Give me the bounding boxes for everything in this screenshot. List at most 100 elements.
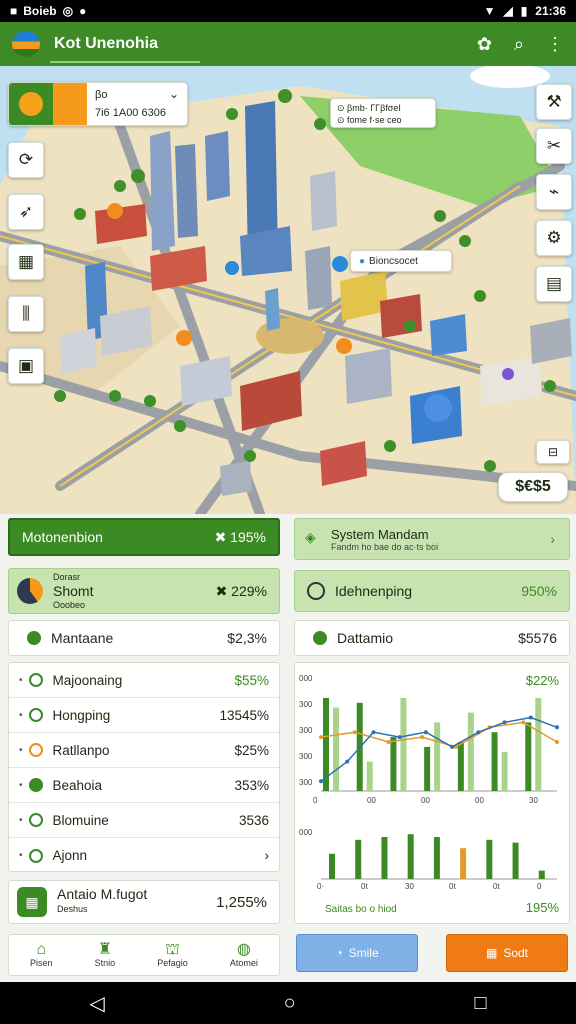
bottom-y-label: 000: [299, 828, 313, 837]
card-idehnenping-value: 950%: [521, 583, 557, 599]
pie-icon: [17, 578, 43, 604]
line-blue-point: [345, 759, 350, 764]
tool-wrench-icon[interactable]: ⚒: [536, 84, 572, 120]
line-blue-point: [555, 725, 559, 730]
smile-button-label: Smile: [348, 946, 379, 960]
tool-calendar-icon[interactable]: ▤: [536, 266, 572, 302]
card-shomt-label: Shomt: [53, 583, 94, 599]
status-time: 21:36: [535, 4, 566, 18]
recents-icon[interactable]: □: [474, 992, 486, 1015]
card-mantaane[interactable]: Mantaane $2,3%: [8, 620, 280, 656]
list-item-label: Hongping: [52, 707, 111, 723]
item-icon: [28, 673, 43, 687]
coin-icon: [9, 83, 53, 125]
battery-icon: ▮: [520, 4, 528, 18]
clock-icon: ◔: [335, 946, 343, 960]
list-item-label: Beahoia: [52, 777, 103, 793]
chevron-down-icon[interactable]: ⌄: [169, 87, 179, 101]
card-shomt-sub: Ooobeo: [53, 600, 86, 610]
app-bar: Kot Unenohia ✿ ⌕ ⋮: [0, 22, 576, 66]
list-item[interactable]: • Ajonn ›: [9, 838, 279, 873]
search-icon[interactable]: ⌕: [514, 34, 524, 55]
tool-image-icon[interactable]: ▣: [8, 348, 44, 384]
card-shomt-value: ✖ 229%: [215, 582, 267, 599]
nav-home[interactable]: ⌂ Pisen: [30, 942, 53, 969]
tool-chart-icon[interactable]: ⫼: [8, 296, 44, 332]
list-item[interactable]: • Blomuine 3536: [9, 803, 279, 838]
card-idehnenping-label: Idehnenping: [335, 583, 413, 599]
line-blue-point: [423, 730, 428, 735]
notification-icon: ■: [10, 4, 18, 18]
poi-label[interactable]: ● Bioncsocet: [350, 250, 452, 272]
bottom-nav: ⌂ Pisen ♜ Stnio ⛫ Pefagio ◍ Atomei: [8, 934, 280, 976]
line-orange-point: [319, 735, 323, 740]
card-mantaane-value: $2,3%: [227, 630, 267, 646]
card-shomt[interactable]: Dorasr Shomt Ooobeo ✖ 229%: [8, 568, 280, 614]
gauge-icon: [307, 582, 325, 600]
bar-light: [467, 712, 474, 791]
nav-atomei[interactable]: ◍ Atomei: [230, 942, 258, 969]
item-icon: [28, 813, 43, 827]
card-system-mandam[interactable]: ◈ System Mandam Fandm ho bae do ac·ts bo…: [294, 518, 570, 560]
info-line-1: ⊙ βmb· ΓΓβfσeΙ: [337, 103, 401, 113]
tool-vehicle-icon[interactable]: ➶: [8, 194, 44, 230]
top-y-label: 000: [299, 674, 313, 683]
card-motonenbion[interactable]: Motonenbion ✖ 195%: [8, 518, 280, 556]
list-item-label: Blomuine: [52, 812, 109, 828]
line-blue-point: [502, 720, 507, 725]
nav-pefagio[interactable]: ⛫ Pefagio: [157, 942, 188, 969]
bar-light: [434, 722, 441, 791]
footer-card[interactable]: ▦ Antaio M.fugot Deshus 1,255%: [8, 880, 280, 924]
card-dattamio[interactable]: Dattamio $5576: [294, 620, 570, 656]
bottom-x-tick: 0t: [449, 882, 456, 891]
city-map[interactable]: βo 7i6 1A00 6306 ⌄ ⊙ βmb· ΓΓβfσeΙ ⊙ fome…: [0, 66, 576, 514]
tool-repair-icon[interactable]: ✂: [536, 128, 572, 164]
list-item[interactable]: • Beahoia 353%: [9, 768, 279, 803]
bar-bottom: [538, 870, 545, 879]
bar-bottom: [407, 834, 414, 879]
grid-icon: ▦: [485, 946, 498, 960]
notification-bell-icon[interactable]: ✿: [477, 34, 492, 55]
list-item[interactable]: • Ratllanpo $25%: [9, 733, 279, 768]
top-x-tick: 0: [313, 796, 318, 805]
list-item[interactable]: • Majoonaing $55%: [9, 663, 279, 698]
bar-dark: [491, 732, 498, 791]
app-title: Kot Unenohia: [54, 35, 158, 52]
sodt-button[interactable]: ▦ Sodt: [446, 934, 568, 972]
bar-light: [333, 707, 339, 791]
factory-icon: ♜: [97, 941, 113, 958]
card-shomt-top: Dorasr: [53, 572, 81, 582]
bar-light: [535, 697, 542, 791]
card-idehnenping[interactable]: Idehnenping 950%: [294, 570, 570, 612]
bar-bottom: [460, 848, 467, 879]
list-item-label: Ajonn: [52, 848, 88, 863]
smile-button[interactable]: ◔ Smile: [296, 934, 418, 972]
bar-bottom: [381, 837, 388, 879]
card-mantaane-label: Mantaane: [51, 630, 114, 646]
top-x-tick: 00: [367, 796, 376, 805]
chart-canvas: 0003003003003000 00 00 00 300000· 0t 30 0t 0t 0: [299, 674, 559, 891]
item-icon: [28, 708, 43, 722]
nav-pefagio-label: Pefagio: [157, 958, 188, 968]
bar-bottom: [512, 842, 519, 879]
list-item-value: 3536: [238, 812, 269, 828]
home-circle-icon[interactable]: ○: [284, 992, 296, 1015]
system-nav-bar: ◁ ○ □: [0, 982, 576, 1024]
tool-building-icon[interactable]: ▦: [8, 244, 44, 280]
resource-panel[interactable]: βo 7i6 1A00 6306 ⌄: [8, 82, 188, 126]
tool-tools-icon[interactable]: ⚙: [536, 220, 572, 256]
map-settings-button[interactable]: ⊟: [536, 440, 570, 464]
tool-power-icon[interactable]: ⌁: [536, 174, 572, 210]
list-item-value: $55%: [234, 672, 269, 688]
nav-stnio[interactable]: ♜ Stnio: [95, 941, 116, 969]
status-left-text: Boieb: [23, 4, 57, 18]
signal-icon: ◢: [503, 4, 513, 18]
list-item[interactable]: • Hongping 13545%: [9, 698, 279, 733]
line-orange-point: [386, 740, 391, 744]
card-system-mandam-sub: Fandm ho bae do ac·ts boi: [331, 541, 439, 552]
tool-recycle-icon[interactable]: ⟳: [8, 142, 44, 178]
currency-badge[interactable]: $€$5: [498, 472, 568, 502]
list-item-value: 13545%: [219, 707, 269, 723]
back-icon[interactable]: ◁: [89, 991, 104, 1016]
more-menu-icon[interactable]: ⋮: [546, 34, 564, 55]
